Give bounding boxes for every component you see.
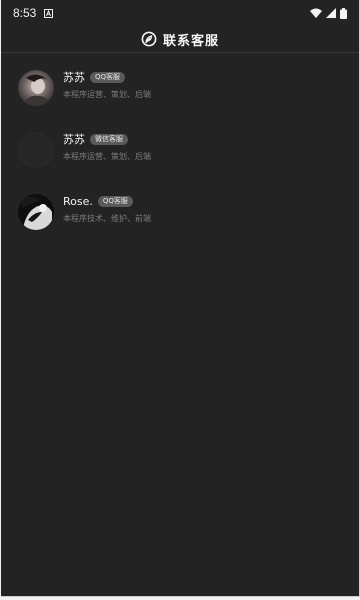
name-row: 苏苏 QQ客服 [63,69,151,85]
contact-list: 苏苏 QQ客服 本程序运营、策划、后端 苏苏 微信客服 本程序运营、策划、后端 [1,53,359,245]
app-screen: 8:53 联系客服 苏苏 QQ客服 本程序运营、策划、后端 苏苏 微信客服 本程… [1,0,360,597]
status-time: 8:53 [13,6,37,20]
contact-body: 苏苏 QQ客服 本程序运营、策划、后端 [63,69,151,100]
contact-name: Rose. [63,194,93,208]
status-bar: 8:53 [1,0,359,26]
contact-item[interactable]: 苏苏 微信客服 本程序运营、策划、后端 [1,121,359,183]
wifi-icon [310,8,322,18]
name-row: Rose. QQ客服 [63,193,151,209]
contact-badge: 微信客服 [90,133,128,145]
contact-body: 苏苏 微信客服 本程序运营、策划、后端 [63,131,151,162]
contact-body: Rose. QQ客服 本程序技术、维护、前端 [63,193,151,224]
contact-description: 本程序运营、策划、后端 [63,90,151,99]
contact-name: 苏苏 [63,133,85,146]
battery-icon [340,7,347,19]
contact-item[interactable]: 苏苏 QQ客服 本程序运营、策划、后端 [1,59,359,121]
contact-description: 本程序技术、维护、前端 [63,214,151,223]
signal-icon [326,8,336,18]
status-right [310,7,347,19]
contact-badge: QQ客服 [97,195,133,207]
page-title: 联系客服 [162,33,219,49]
status-left: 8:53 [13,6,54,20]
contact-name: 苏苏 [63,71,85,84]
leaf-logo-icon [141,31,157,47]
page-header: 联系客服 [1,26,359,53]
avatar [18,194,54,230]
contact-badge: QQ客服 [90,71,126,83]
name-row: 苏苏 微信客服 [63,131,151,147]
notification-a-icon [44,8,54,18]
contact-description: 本程序运营、策划、后端 [63,152,151,161]
avatar [18,70,54,106]
contact-item[interactable]: Rose. QQ客服 本程序技术、维护、前端 [1,183,359,245]
avatar [18,132,54,168]
